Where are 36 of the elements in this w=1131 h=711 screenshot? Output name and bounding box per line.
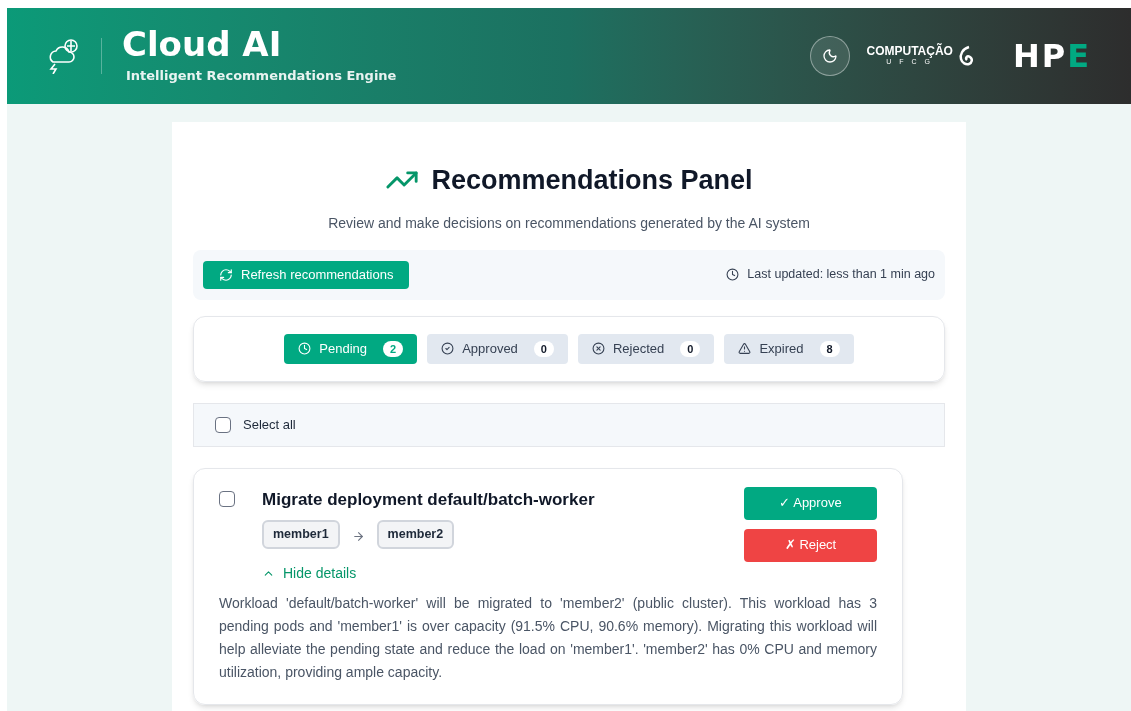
- details-toggle-link[interactable]: Hide details: [262, 562, 357, 584]
- count-badge: 8: [819, 340, 840, 357]
- x-circle-icon: [592, 342, 605, 355]
- select-all-checkbox[interactable]: [215, 416, 231, 433]
- logo-wordmark: COMPUTAÇÃO: [866, 44, 953, 57]
- moon-icon: [822, 48, 839, 64]
- clock-icon: [726, 268, 740, 281]
- status-tab[interactable]: Rejected 0: [578, 333, 715, 364]
- count-badge: 0: [533, 340, 554, 357]
- recommendation-checkbox[interactable]: [219, 490, 235, 507]
- status-tab[interactable]: Pending 2: [284, 333, 418, 364]
- recommendation-title: Migrate deployment default/batch-worker: [262, 488, 596, 511]
- refresh-icon: [219, 267, 233, 282]
- last-updated-text: Last updated: less than 1 min ago: [747, 266, 935, 284]
- arrow-right-icon: [351, 529, 365, 543]
- target-cluster-chip: member2: [376, 520, 455, 549]
- check-circle-icon: [441, 342, 455, 355]
- panel-title: Recommendations Panel: [431, 164, 753, 197]
- app-title: Cloud AI: [122, 26, 283, 63]
- count-badge: 2: [383, 340, 404, 357]
- warning-icon: [738, 342, 752, 355]
- status-tab[interactable]: Expired 8: [724, 333, 854, 364]
- clock-icon: [298, 342, 312, 355]
- count-badge: 0: [680, 340, 701, 357]
- approve-button[interactable]: ✓ Approve: [744, 486, 877, 520]
- logo-accent: E: [1067, 40, 1091, 72]
- refresh-button[interactable]: Refresh recommendations: [203, 260, 410, 289]
- status-tab[interactable]: Approved 0: [427, 333, 568, 364]
- theme-toggle-button[interactable]: [810, 36, 851, 76]
- app-subtitle: Intelligent Recommendations Engine: [126, 67, 397, 86]
- recommendation-details: Workload 'default/batch-worker' will be migrated to 'member2' (public cluster). This workload has 3 pending pods and 'member1' is over capacity (91.5% CPU, 90.6% memory). Migrating this workload will help alleviate the pending state and reduce the load on 'member1'. 'member2' has 0% CPU and memory utilization, providing ample capacity.: [219, 593, 877, 682]
- select-all-label: Select all: [243, 415, 296, 434]
- panel-description: Review and make decisions on recommendations generated by the AI system: [327, 213, 811, 233]
- logo-text: HP: [1012, 40, 1068, 72]
- source-cluster-chip: member1: [262, 520, 340, 549]
- reject-button[interactable]: ✗ Reject: [744, 528, 877, 562]
